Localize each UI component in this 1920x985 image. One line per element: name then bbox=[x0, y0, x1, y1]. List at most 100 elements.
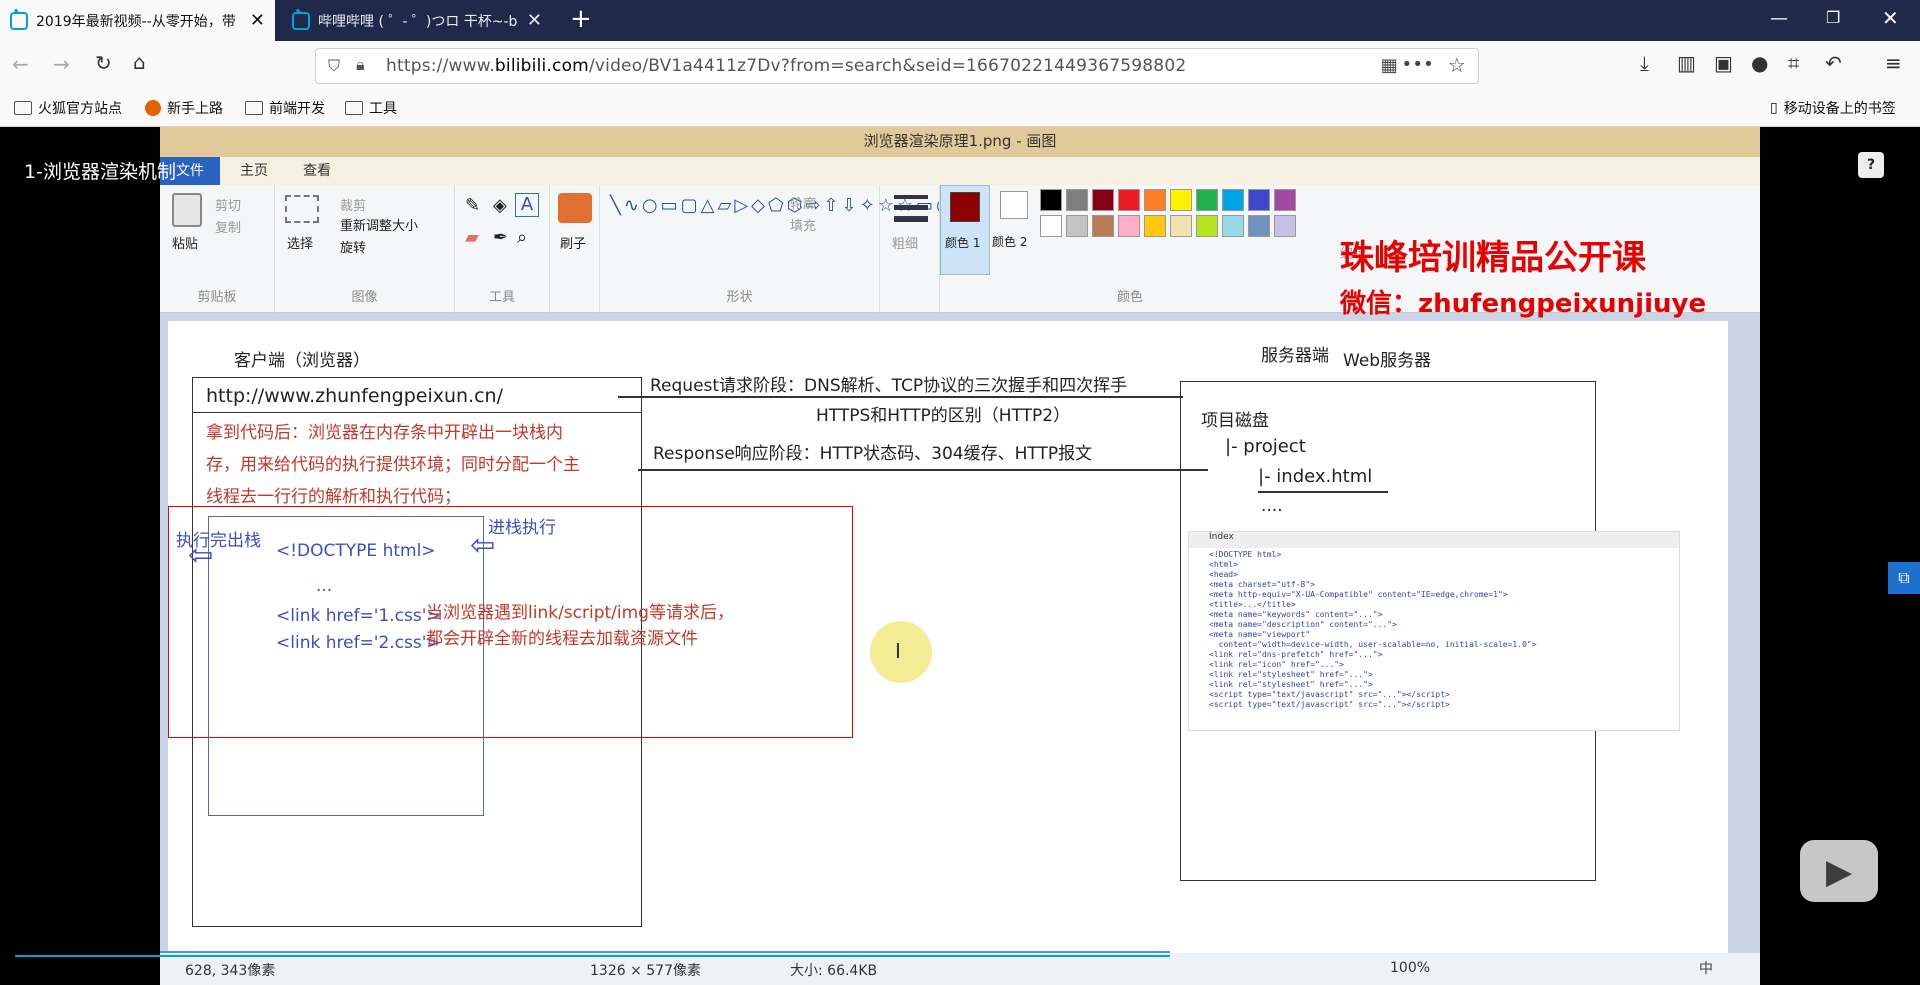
color1-slot[interactable]: 颜色 1 bbox=[940, 185, 990, 275]
crop-icon[interactable]: ⌗ bbox=[1788, 53, 1799, 73]
crop-button[interactable]: 裁剪 bbox=[340, 195, 366, 214]
undo-icon[interactable]: ↶ bbox=[1825, 53, 1842, 73]
palette-swatch[interactable] bbox=[1144, 215, 1166, 237]
link-1: <link href='1.css'> bbox=[276, 606, 441, 626]
magnifier-icon[interactable]: ⌕ bbox=[517, 227, 527, 248]
bookmark-mobile[interactable]: ▯ 移动设备上的书签 bbox=[1770, 98, 1896, 118]
palette-swatch[interactable] bbox=[1118, 215, 1140, 237]
close-tab-icon[interactable]: ✕ bbox=[250, 10, 265, 31]
text-cursor-icon: I bbox=[895, 639, 901, 663]
fill-icon[interactable]: ◈ bbox=[493, 195, 507, 216]
zoom-level: 100% bbox=[1390, 960, 1431, 976]
stack-box bbox=[208, 516, 484, 816]
bookmark-star-icon[interactable]: ☆ bbox=[1448, 53, 1466, 77]
minimize-icon[interactable]: — bbox=[1770, 8, 1788, 29]
folder-icon bbox=[245, 101, 263, 115]
resize-button[interactable]: 重新调整大小 bbox=[340, 215, 418, 234]
palette-swatch[interactable] bbox=[1222, 189, 1244, 211]
tab-bilibili[interactable]: 哔哩哔哩 ( ゜- ゜)つロ 干杯~-bi ✕ bbox=[282, 0, 552, 41]
paint-tab-view[interactable]: 查看 bbox=[303, 160, 331, 180]
palette-swatch[interactable] bbox=[1066, 189, 1088, 211]
help-icon[interactable]: ? bbox=[1858, 152, 1884, 178]
bilibili-icon bbox=[10, 11, 28, 30]
outline-button[interactable]: 轮廓 bbox=[790, 193, 816, 212]
palette-swatch[interactable] bbox=[1170, 215, 1192, 237]
account-icon[interactable]: ● bbox=[1751, 53, 1768, 73]
paint-canvas[interactable]: 客户端（浏览器） 服务器端 Web服务器 http://www.zhunfeng… bbox=[168, 321, 1728, 953]
close-window-icon[interactable]: ✕ bbox=[1882, 6, 1899, 30]
color2-swatch[interactable] bbox=[1000, 191, 1028, 219]
cut-button[interactable]: 剪切 bbox=[215, 195, 241, 214]
pencil-icon[interactable]: ✎ bbox=[465, 195, 480, 216]
paste-button[interactable]: 粘贴 bbox=[172, 233, 198, 252]
bookmark-tools[interactable]: 工具 bbox=[345, 98, 397, 118]
video-progress[interactable] bbox=[160, 951, 1170, 953]
client-url: http://www.zhunfengpeixun.cn/ bbox=[206, 385, 503, 407]
palette-swatch[interactable] bbox=[1248, 215, 1270, 237]
palette-swatch[interactable] bbox=[1222, 215, 1244, 237]
palette-swatch[interactable] bbox=[1066, 215, 1088, 237]
rotate-button[interactable]: 旋转 bbox=[340, 237, 366, 256]
select-button[interactable]: 选择 bbox=[287, 233, 313, 252]
link-2: <link href='2.css'> bbox=[276, 633, 441, 653]
bookmark-firefox[interactable]: 火狐官方站点 bbox=[14, 98, 122, 118]
play-button[interactable]: ▶ bbox=[1800, 840, 1878, 902]
palette-swatch[interactable] bbox=[1170, 189, 1192, 211]
size-line-icon bbox=[894, 205, 928, 210]
code-content: <!DOCTYPE html> <html> <head> <meta charset… bbox=[1209, 550, 1537, 709]
close-tab-icon[interactable]: ✕ bbox=[527, 10, 542, 31]
text-tool-icon[interactable]: A bbox=[515, 193, 539, 217]
project-folder: |- project bbox=[1225, 436, 1306, 457]
color-picker-icon[interactable]: ✒ bbox=[493, 227, 508, 248]
bookmark-getting-started[interactable]: 新手上路 bbox=[145, 98, 223, 118]
palette-swatch[interactable] bbox=[1196, 189, 1218, 211]
tab-title: 哔哩哔哩 ( ゜- ゜)つロ 干杯~-bi bbox=[318, 13, 518, 30]
palette-swatch[interactable] bbox=[1144, 189, 1166, 211]
url-bar[interactable]: ⛉ 🔒︎ https://www. bilibili.com/video/BV1a… bbox=[315, 48, 1479, 84]
code-screenshot: Index <!DOCTYPE html> <html> <head> <meta c… bbox=[1188, 531, 1680, 731]
restore-icon[interactable]: ❐ bbox=[1826, 8, 1840, 27]
download-icon[interactable]: ⤓ bbox=[1640, 53, 1649, 73]
sidebar-icon[interactable]: ▣ bbox=[1714, 53, 1733, 73]
eraser-icon[interactable]: ▰ bbox=[465, 227, 479, 248]
side-panel-icon[interactable]: ⧉ bbox=[1888, 562, 1920, 594]
bookmark-frontend[interactable]: 前端开发 bbox=[245, 98, 325, 118]
palette-swatch[interactable] bbox=[1040, 215, 1062, 237]
color1-label: 颜色 1 bbox=[945, 236, 981, 250]
palette-swatch[interactable] bbox=[1092, 215, 1114, 237]
brush-icon[interactable] bbox=[558, 193, 592, 223]
cursor-highlight bbox=[870, 621, 932, 683]
menu-icon[interactable]: ≡ bbox=[1885, 53, 1902, 73]
player-progress-bar[interactable] bbox=[15, 955, 1170, 957]
brushes-button[interactable]: 刷子 bbox=[560, 233, 586, 252]
color-palette bbox=[1040, 189, 1310, 237]
palette-swatch[interactable] bbox=[1274, 189, 1296, 211]
group-size: 粗细 bbox=[880, 185, 940, 313]
palette-swatch[interactable] bbox=[1040, 189, 1062, 211]
qr-code-icon[interactable]: ▦ bbox=[1381, 55, 1398, 76]
home-icon[interactable]: ⌂ bbox=[133, 52, 146, 72]
request-line-2: HTTPS和HTTP的区别（HTTP2） bbox=[816, 406, 1071, 426]
group-label: 颜色 bbox=[1116, 290, 1143, 305]
stack-in-label: 进栈执行 bbox=[488, 518, 556, 538]
tab-video[interactable]: 2019年最新视频--从零开始，带 ✕ bbox=[0, 0, 275, 41]
fill-button[interactable]: 填充 bbox=[790, 215, 816, 234]
palette-swatch[interactable] bbox=[1196, 215, 1218, 237]
forward-icon[interactable]: → bbox=[53, 54, 70, 74]
more-icon[interactable]: ••• bbox=[1402, 54, 1434, 75]
palette-swatch[interactable] bbox=[1274, 215, 1296, 237]
back-icon[interactable]: ← bbox=[12, 54, 29, 74]
paint-tab-home[interactable]: 主页 bbox=[240, 160, 268, 180]
palette-swatch[interactable] bbox=[1118, 189, 1140, 211]
palette-swatch[interactable] bbox=[1092, 189, 1114, 211]
index-underline bbox=[1258, 491, 1388, 493]
copy-button[interactable]: 复制 bbox=[215, 217, 241, 236]
shape-gallery-icon[interactable]: ╲∿○▭▢△▱▷◇⬠⬡⇨⇧⇩✧☆☆▭○▭ bbox=[610, 193, 972, 218]
size-button[interactable]: 粗细 bbox=[892, 233, 918, 252]
library-icon[interactable]: ▥ bbox=[1677, 53, 1696, 73]
palette-swatch[interactable] bbox=[1248, 189, 1270, 211]
bookmark-label: 工具 bbox=[369, 101, 397, 117]
bookmark-label: 火狐官方站点 bbox=[38, 101, 122, 117]
reload-icon[interactable]: ↻ bbox=[95, 53, 112, 73]
new-tab-button[interactable]: + bbox=[570, 4, 592, 34]
